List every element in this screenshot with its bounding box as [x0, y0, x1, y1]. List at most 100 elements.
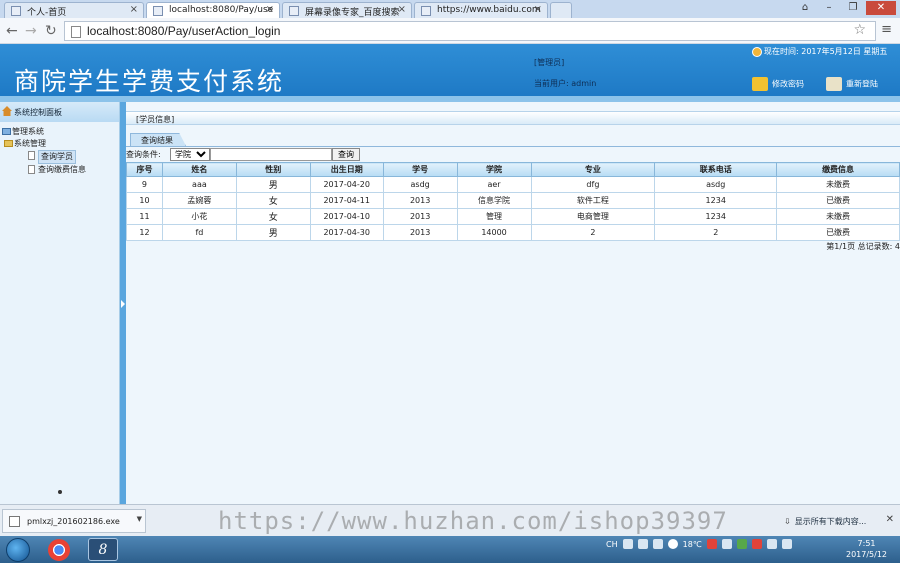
user-switch-icon: [826, 77, 842, 91]
address-bar[interactable]: localhost:8080/Pay/userAction_login: [64, 21, 876, 41]
table-row[interactable]: 11 小花 女 2017-04-10 2013 管理 电商管理 1234 未缴费: [126, 208, 900, 225]
back-icon[interactable]: ←: [6, 23, 18, 39]
table-cell: 孟婉蓉: [161, 192, 237, 209]
column-header: 缴费信息: [776, 162, 900, 177]
divider: [126, 146, 900, 147]
table-row[interactable]: 12 fd 男 2017-04-30 2013 14000 2 2 已缴费: [126, 224, 900, 241]
user-role: [管理员]: [534, 58, 565, 67]
app-title: 商院学生学费支付系统: [14, 67, 285, 96]
watermark: https://www.huzhan.com/ishop39397: [218, 507, 728, 535]
network-icon[interactable]: [766, 539, 777, 549]
column-header: 性别: [235, 162, 311, 177]
chevron-down-icon[interactable]: ▼: [137, 515, 142, 523]
browser-tab-4[interactable]: https://www.baidu.com ×: [414, 2, 548, 18]
column-header: 学号: [382, 162, 458, 177]
volume-icon[interactable]: [781, 539, 792, 549]
download-icon: ⇩: [784, 517, 791, 526]
sidebar-item-label: 查询缴费信息: [38, 165, 86, 174]
page-icon: [289, 6, 299, 16]
table-cell: aer: [456, 176, 532, 193]
menu-icon[interactable]: ≡: [881, 22, 892, 37]
query-button[interactable]: 查询: [332, 148, 360, 161]
close-icon[interactable]: ×: [266, 4, 274, 15]
page-icon: [421, 6, 431, 16]
change-password-button[interactable]: 修改密码: [752, 77, 804, 91]
table-cell: 软件工程: [530, 192, 656, 209]
tab-label: 屏幕录像专家_百度搜索: [305, 8, 400, 18]
sidebar-item-query-students[interactable]: 查询学员: [2, 150, 119, 164]
close-icon[interactable]: ✕: [886, 514, 894, 525]
new-tab-button[interactable]: [550, 2, 572, 18]
relogin-label: 重新登陆: [846, 79, 878, 89]
minimize-icon[interactable]: –: [818, 1, 840, 15]
app-header: 商院学生学费支付系统 [管理员] 当前用户: admin 现在时间: 2017年…: [0, 44, 900, 100]
forward-icon[interactable]: →: [25, 23, 37, 39]
computer-icon: [2, 128, 11, 135]
students-table: 序号 姓名 性别 出生日期 学号 学院 专业 联系电话 缴费信息 9 aaa 男…: [126, 162, 900, 241]
clock-date: 2017/5/12: [846, 550, 888, 559]
screen-recorder-icon[interactable]: 8: [88, 538, 118, 561]
start-button[interactable]: [6, 538, 30, 562]
table-cell: 男: [235, 176, 311, 193]
show-all-downloads-link[interactable]: ⇩ 显示所有下载内容...: [784, 516, 866, 527]
browser-tab-2[interactable]: localhost:8080/Pay/use ×: [146, 2, 280, 18]
table-cell: 10: [126, 192, 163, 209]
security-icon[interactable]: [706, 539, 717, 549]
keyboard-icon[interactable]: [622, 539, 633, 549]
browser-toolbar: ← → ↻ localhost:8080/Pay/userAction_logi…: [0, 18, 900, 44]
temperature: 18℃: [682, 539, 702, 549]
table-cell: 1234: [654, 192, 778, 209]
table-cell: asdg: [382, 176, 458, 193]
column-header: 专业: [530, 162, 656, 177]
app-tray-icon[interactable]: [721, 539, 732, 549]
relogin-button[interactable]: 重新登陆: [826, 77, 878, 91]
tree-group-label: 系统管理: [14, 139, 46, 148]
show-all-label: 显示所有下载内容...: [794, 517, 867, 526]
filter-select[interactable]: 学院: [170, 148, 210, 161]
table-cell: 2013: [382, 192, 458, 209]
settings-icon[interactable]: [652, 539, 663, 549]
ime-indicator[interactable]: CH: [606, 540, 618, 549]
help-icon[interactable]: [637, 539, 648, 549]
table-cell: 2017-04-30: [309, 224, 384, 241]
table-row[interactable]: 9 aaa 男 2017-04-20 asdg aer dfg asdg 未缴费: [126, 176, 900, 193]
close-icon[interactable]: ×: [534, 4, 542, 15]
browser-tab-1[interactable]: 个人-首页 ×: [4, 2, 144, 18]
close-icon[interactable]: ×: [130, 4, 138, 15]
download-item[interactable]: pmlxzj_201602186.exe ▼: [2, 509, 146, 533]
column-header: 出生日期: [309, 162, 384, 177]
breadcrumb: [学员信息]: [126, 111, 900, 125]
table-row[interactable]: 10 孟婉蓉 女 2017-04-11 2013 信息学院 软件工程 1234 …: [126, 192, 900, 209]
table-cell: 信息学院: [456, 192, 532, 209]
table-cell: 2017-04-10: [309, 208, 384, 225]
sidebar: 系统控制面板 管理系统 系统管理 查询学员 查询缴费信息: [0, 102, 120, 504]
home-icon: [2, 106, 12, 116]
table-cell: 管理: [456, 208, 532, 225]
tree-root[interactable]: 管理系统: [2, 126, 119, 138]
chrome-icon[interactable]: [48, 539, 70, 561]
window-close-icon[interactable]: ✕: [866, 1, 896, 15]
taskbar-clock[interactable]: 7:51 2017/5/12: [846, 538, 887, 560]
reload-icon[interactable]: ↻: [45, 23, 57, 39]
table-cell: 2013: [382, 208, 458, 225]
edit-icon: [752, 77, 768, 91]
table-cell: 11: [126, 208, 163, 225]
bookmark-star-icon[interactable]: ☆: [853, 22, 866, 38]
table-cell: 未缴费: [776, 208, 900, 225]
user-icon[interactable]: ⌂: [794, 1, 816, 15]
app-tray-icon[interactable]: [736, 539, 747, 549]
browser-tab-bar: 个人-首页 × localhost:8080/Pay/use × 屏幕录像专家_…: [0, 0, 900, 18]
close-icon[interactable]: ×: [398, 4, 406, 15]
tab-query-result[interactable]: 查询结果: [130, 133, 186, 146]
window-controls: ⌂ – ❐ ✕: [794, 1, 896, 15]
browser-tab-3[interactable]: 屏幕录像专家_百度搜索 ×: [282, 2, 412, 18]
sidebar-item-query-payments[interactable]: 查询缴费信息: [2, 164, 119, 176]
download-filename: pmlxzj_201602186.exe: [27, 517, 120, 526]
app-tray-icon[interactable]: [751, 539, 762, 549]
table-cell: 已缴费: [776, 224, 900, 241]
filter-input[interactable]: [210, 148, 332, 161]
table-cell: 电商管理: [530, 208, 656, 225]
tree-group[interactable]: 系统管理: [2, 138, 119, 150]
clock-time: 7:51: [857, 539, 876, 548]
maximize-icon[interactable]: ❐: [842, 1, 864, 15]
